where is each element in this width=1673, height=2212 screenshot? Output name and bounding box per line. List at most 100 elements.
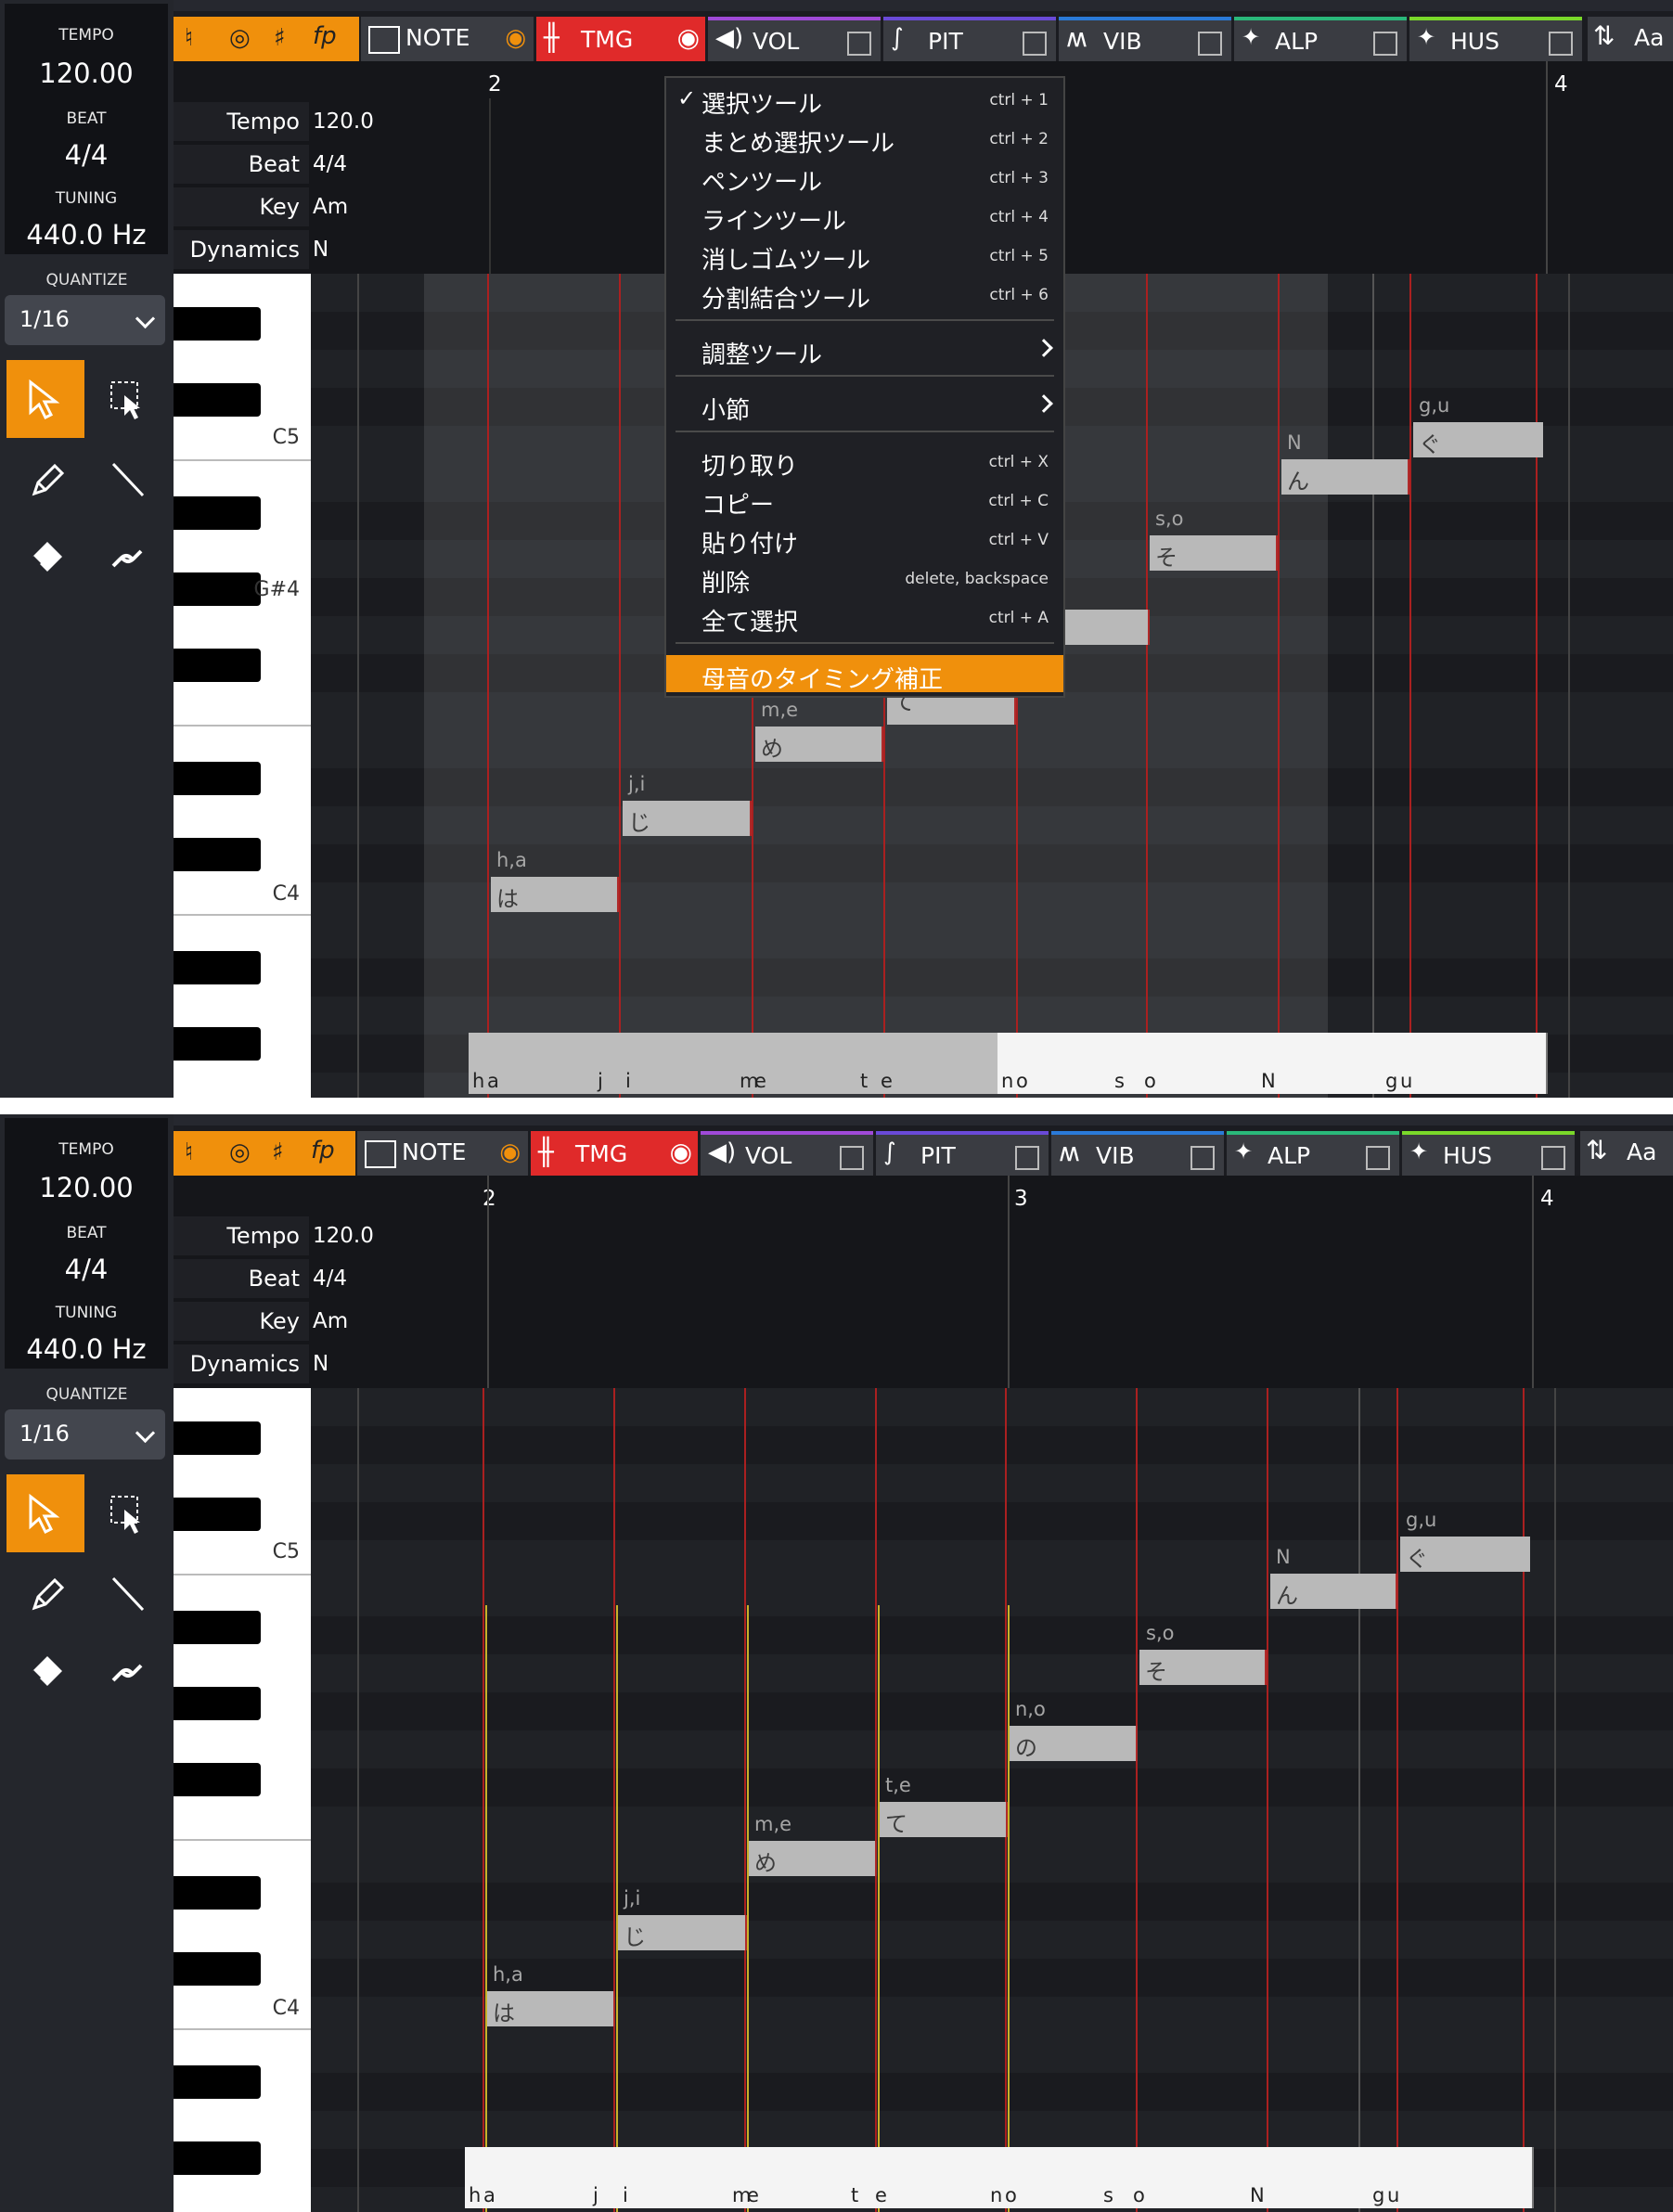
header-row-key-value[interactable]: Am [313, 1302, 348, 1341]
phoneme-segment[interactable]: no [986, 2147, 1101, 2208]
note-block[interactable]: ぐ [1413, 422, 1543, 457]
checkbox-icon[interactable] [1549, 32, 1573, 56]
dynamics-icon[interactable]: fp [313, 22, 337, 50]
menu-item-line-tool[interactable]: ラインツール ctrl + 4 [666, 197, 1063, 236]
note-block[interactable]: じ [623, 801, 752, 836]
tab-note[interactable]: NOTE ◉ [361, 17, 534, 63]
menu-item-pen-tool[interactable]: ペンツール ctrl + 3 [666, 158, 1063, 197]
eraser-tool-button[interactable] [6, 1634, 84, 1712]
black-key[interactable] [174, 2141, 261, 2175]
eye-icon[interactable]: ◉ [670, 1137, 692, 1167]
select-tool-button[interactable] [6, 1474, 84, 1552]
key-signature-icon[interactable]: ♯ [274, 24, 286, 52]
header-row-dynamics-value[interactable]: N [313, 1344, 328, 1383]
black-key[interactable] [174, 1952, 261, 1986]
menu-item-bulk-select-tool[interactable]: まとめ選択ツール ctrl + 2 [666, 119, 1063, 158]
tab-tmg[interactable]: ╫ TMG ◉ [536, 17, 705, 63]
metronome-icon[interactable]: ♮ [185, 24, 193, 52]
menu-item-copy[interactable]: コピー ctrl + C [666, 481, 1063, 520]
phoneme-segment[interactable]: t [858, 1033, 879, 1094]
beat-value[interactable]: 4/4 [5, 1254, 168, 1285]
line-tool-button[interactable] [87, 1554, 165, 1632]
phoneme-segment[interactable]: me [736, 1033, 860, 1094]
tuning-value[interactable]: 440.0 Hz [5, 219, 168, 251]
note-block[interactable]: ん [1270, 1574, 1397, 1609]
note-block[interactable]: そ [1150, 535, 1278, 571]
checkbox-icon[interactable] [847, 32, 871, 56]
black-key[interactable] [174, 762, 261, 795]
tab-vol[interactable]: ◀) VOL [708, 17, 881, 67]
tab-more[interactable]: ⇅ Aa [1588, 17, 1673, 63]
checkbox-icon[interactable] [1023, 32, 1047, 56]
note-block[interactable]: て [880, 1802, 1008, 1837]
dynamics-icon[interactable]: fp [311, 1137, 335, 1164]
black-key[interactable] [174, 1687, 261, 1720]
checkbox-icon[interactable] [1541, 1146, 1565, 1170]
checkbox-icon[interactable] [1190, 1146, 1215, 1170]
header-row-tempo-value[interactable]: 120.0 [313, 1216, 374, 1255]
menu-item-delete[interactable]: 削除 delete, backspace [666, 559, 1063, 598]
drum-icon[interactable]: ◎ [229, 1138, 251, 1166]
phoneme-segment[interactable]: o [1129, 2147, 1244, 2208]
note-block[interactable]: ぐ [1400, 1537, 1530, 1572]
black-key[interactable] [174, 838, 261, 871]
beat-value[interactable]: 4/4 [5, 139, 168, 171]
tab-vol[interactable]: ◀) VOL [701, 1131, 873, 1181]
tab-vib[interactable]: ʍ VIB [1059, 17, 1231, 67]
tab-pit[interactable]: ∫ PIT [876, 1131, 1049, 1181]
tempo-value[interactable]: 120.00 [5, 1172, 168, 1203]
style-buttons-group[interactable]: ♮ ◎ ♯ fp [174, 17, 359, 63]
checkbox-icon[interactable] [1366, 1146, 1390, 1170]
menu-item-eraser-tool[interactable]: 消しゴムツール ctrl + 5 [666, 236, 1063, 275]
eye-icon[interactable]: ◉ [499, 1138, 521, 1166]
black-key[interactable] [174, 1763, 261, 1796]
tab-alp[interactable]: ✦ ALP [1227, 1131, 1399, 1181]
drum-icon[interactable]: ◎ [229, 24, 251, 52]
quantize-select[interactable]: 1/16 [5, 295, 165, 345]
menu-item-vowel-timing-correction[interactable]: 母音のタイミング補正 [666, 655, 1063, 694]
phoneme-segment[interactable]: N [1242, 2147, 1371, 2208]
tab-more[interactable]: ⇅ Aa [1580, 1131, 1673, 1177]
phoneme-segment[interactable]: ha [469, 1033, 596, 1094]
eraser-tool-button[interactable] [6, 520, 84, 598]
tab-pit[interactable]: ∫ PIT [883, 17, 1056, 67]
style-buttons-group[interactable]: ♮ ◎ ♯ fp [174, 1131, 355, 1177]
piano-roll-grid[interactable]: h,a は j,i じ m,e め t,e て n,o の s,o そ N ん … [311, 1388, 1673, 2212]
black-key[interactable] [174, 1027, 261, 1061]
note-block[interactable]: じ [618, 1915, 747, 1950]
note-block[interactable]: そ [1139, 1650, 1267, 1685]
eye-icon[interactable]: ◉ [677, 22, 700, 53]
range-select-tool-button[interactable] [87, 1474, 165, 1552]
phoneme-segment[interactable]: i [622, 1033, 738, 1094]
phoneme-segment[interactable]: s [1100, 2147, 1131, 2208]
header-row-dynamics-value[interactable]: N [313, 230, 328, 269]
phoneme-segment[interactable]: t [849, 2147, 873, 2208]
key-signature-icon[interactable]: ♯ [272, 1138, 284, 1166]
pen-tool-button[interactable] [6, 1554, 84, 1632]
menu-item-cut[interactable]: 切り取り ctrl + X [666, 442, 1063, 481]
split-join-tool-button[interactable] [87, 520, 165, 598]
phoneme-segment[interactable]: j [589, 2147, 621, 2208]
menu-item-measure[interactable]: 小節 [666, 386, 1063, 425]
note-block[interactable]: は [491, 877, 619, 912]
tab-alp[interactable]: ✦ ALP [1234, 17, 1407, 67]
note-block[interactable] [1062, 610, 1150, 645]
black-key[interactable] [174, 307, 261, 341]
menu-item-select-all[interactable]: 全て選択 ctrl + A [666, 598, 1063, 637]
menu-item-select-tool[interactable]: ✓ 選択ツール ctrl + 1 [666, 80, 1063, 119]
black-key[interactable] [174, 1876, 261, 1910]
metronome-icon[interactable]: ♮ [185, 1138, 193, 1166]
tab-vib[interactable]: ʍ VIB [1051, 1131, 1224, 1181]
checkbox-icon[interactable] [840, 1146, 864, 1170]
phoneme-segment[interactable]: j [594, 1033, 624, 1094]
header-row-tempo-value[interactable]: 120.0 [313, 102, 374, 141]
phoneme-segment[interactable]: no [997, 1033, 1113, 1094]
black-key[interactable] [174, 2065, 261, 2099]
tab-note[interactable]: NOTE ◉ [357, 1131, 528, 1177]
line-tool-button[interactable] [87, 440, 165, 518]
eye-icon[interactable]: ◉ [505, 24, 526, 52]
phoneme-segment[interactable]: N [1254, 1033, 1383, 1094]
phoneme-segment[interactable]: o [1140, 1033, 1255, 1094]
black-key[interactable] [174, 951, 261, 984]
quantize-select[interactable]: 1/16 [5, 1409, 165, 1460]
